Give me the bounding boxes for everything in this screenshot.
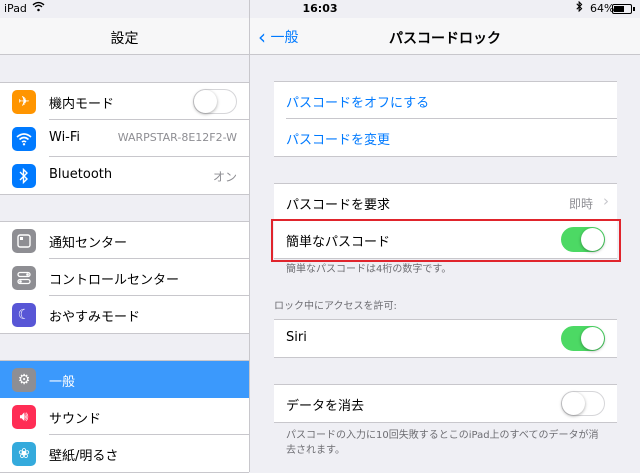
airplane-icon: ✈ — [12, 90, 36, 114]
erase-data-label: データを消去 — [286, 399, 365, 414]
page-title: パスコードロック — [389, 31, 501, 47]
allow-access-header: ロック中にアクセスを許可: — [274, 301, 397, 312]
lock-access-group: Siri — [274, 319, 617, 358]
change-passcode-link[interactable]: パスコードを変更 — [286, 129, 390, 148]
siri-row: Siri — [274, 320, 617, 357]
require-passcode-label: パスコードを要求 — [286, 198, 391, 213]
sidebar-item-sounds[interactable]: 🔊︎ サウンド — [0, 398, 249, 435]
highlight-box — [271, 219, 621, 262]
moon-icon: ☾ — [12, 303, 36, 327]
flower-icon: ❀ — [12, 442, 36, 466]
sidebar-item-label: 一般 — [49, 375, 76, 390]
passcode-actions-group: パスコードをオフにする パスコードを変更 — [274, 81, 617, 157]
wifi-network-name: WARPSTAR-8E12F2-W — [117, 131, 237, 144]
gear-icon: ⚙ — [12, 368, 36, 392]
sidebar-group-connectivity: ✈ 機内モード Wi-Fi WARPSTAR-8E12F2-W Bluetoot… — [0, 82, 249, 195]
sidebar-item-control-center[interactable]: コントロールセンター — [0, 259, 249, 296]
require-passcode-row[interactable]: パスコードを要求 即時 › — [274, 184, 617, 221]
erase-data-group: データを消去 — [274, 384, 617, 423]
erase-data-row: データを消去 — [274, 385, 617, 422]
notification-center-icon — [12, 229, 36, 253]
sidebar-title: 設定 — [110, 31, 139, 47]
settings-sidebar: 設定 ✈ 機内モード Wi-Fi WARPSTAR-8E12F2-W Bluet… — [0, 0, 250, 473]
sidebar-item-label: 壁紙/明るさ — [49, 449, 119, 464]
bluetooth-status: オン — [212, 170, 237, 184]
sidebar-group-notifications: 通知センター コントロールセンター ☾ おやすみモード — [0, 221, 249, 334]
change-passcode-row[interactable]: パスコードを変更 — [274, 119, 617, 156]
sidebar-item-label: 機内モード — [49, 97, 115, 112]
siri-toggle[interactable] — [561, 326, 605, 351]
wifi-icon — [12, 127, 36, 151]
bluetooth-icon — [12, 164, 36, 188]
sidebar-item-label: おやすみモード — [49, 310, 141, 325]
siri-label: Siri — [286, 330, 307, 345]
sidebar-item-wallpaper[interactable]: ❀ 壁紙/明るさ — [0, 435, 249, 472]
sidebar-item-label: Bluetooth — [49, 167, 113, 182]
sidebar-item-notification-center[interactable]: 通知センター — [0, 222, 249, 259]
require-passcode-value: 即時 — [568, 197, 593, 211]
sidebar-group-general: ⚙ 一般 🔊︎ サウンド ❀ 壁紙/明るさ — [0, 360, 249, 473]
sidebar-item-wifi[interactable]: Wi-Fi WARPSTAR-8E12F2-W — [0, 120, 249, 157]
navigation-bar: ‹ 一般 パスコードロック — [250, 18, 640, 55]
control-center-icon — [12, 266, 36, 290]
sidebar-item-label: コントロールセンター — [49, 273, 180, 288]
turn-passcode-off-row[interactable]: パスコードをオフにする — [274, 82, 617, 119]
airplane-mode-toggle[interactable] — [193, 89, 237, 114]
erase-data-toggle[interactable] — [561, 391, 605, 416]
sidebar-item-airplane-mode[interactable]: ✈ 機内モード — [0, 83, 249, 120]
turn-passcode-off-link[interactable]: パスコードをオフにする — [286, 92, 429, 111]
sidebar-item-label: サウンド — [49, 412, 102, 427]
sidebar-item-bluetooth[interactable]: Bluetooth オン — [0, 157, 249, 194]
erase-data-note: パスコードの入力に10回失敗するとこのiPad上のすべてのデータが消去されます。 — [286, 430, 599, 456]
chevron-right-icon: › — [603, 192, 609, 210]
speaker-icon: 🔊︎ — [12, 405, 36, 429]
sidebar-item-label: Wi-Fi — [49, 130, 81, 145]
sidebar-item-general[interactable]: ⚙ 一般 — [0, 361, 249, 398]
sidebar-item-do-not-disturb[interactable]: ☾ おやすみモード — [0, 296, 249, 333]
simple-passcode-note: 簡単なパスコードは4桁の数字です。 — [286, 264, 452, 275]
sidebar-item-label: 通知センター — [49, 236, 128, 251]
sidebar-header: 設定 — [0, 18, 249, 55]
